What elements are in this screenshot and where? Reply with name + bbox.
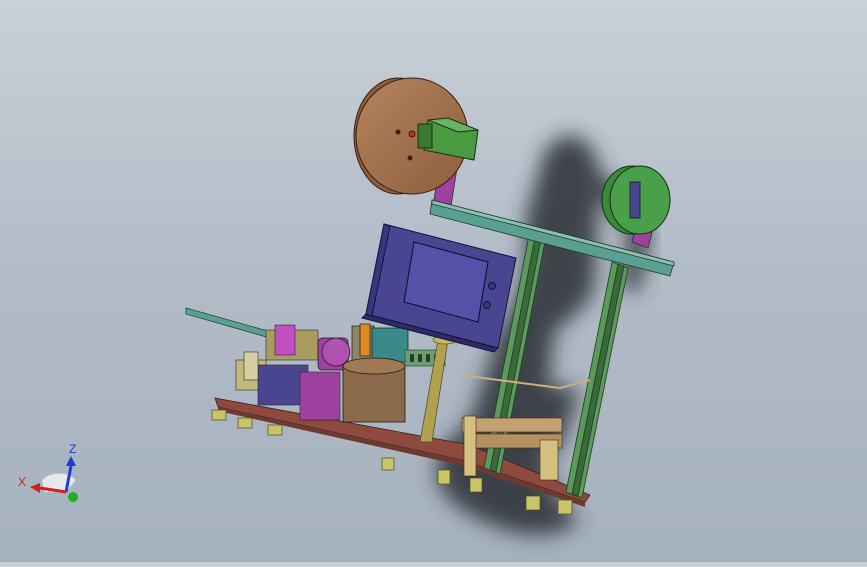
- coordinate-triad[interactable]: Z X: [14, 440, 94, 510]
- y-axis-dot: [68, 492, 78, 502]
- cylinder[interactable]: [342, 357, 406, 423]
- z-axis-arrow: [66, 456, 76, 466]
- z-axis-label: Z: [69, 442, 76, 456]
- spool-small[interactable]: [601, 165, 671, 235]
- x-axis-label: X: [18, 475, 26, 489]
- cad-3d-viewport[interactable]: Z X: [0, 0, 867, 562]
- x-axis-arrow: [30, 483, 40, 493]
- assembly-model[interactable]: [0, 0, 867, 562]
